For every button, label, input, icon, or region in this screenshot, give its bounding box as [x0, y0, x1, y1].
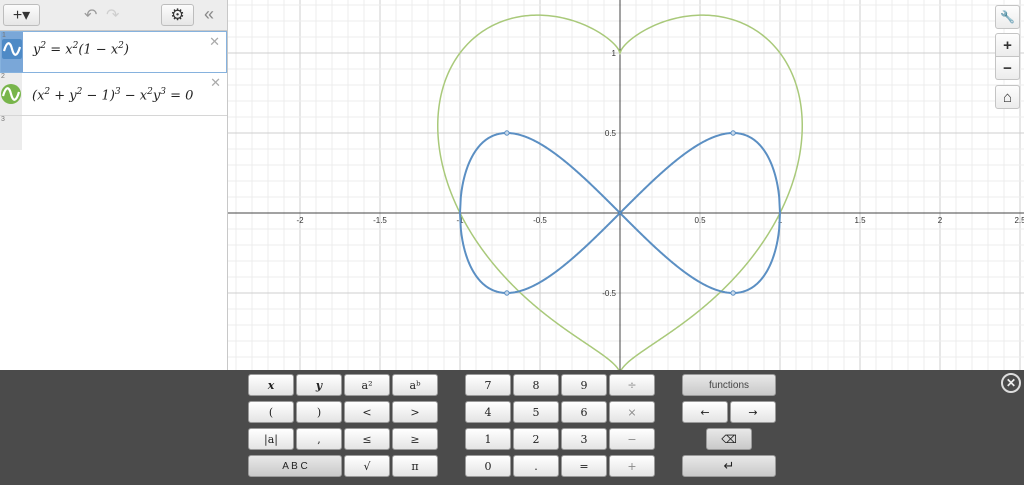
x-tick-label: -1.5	[373, 216, 387, 225]
backspace-button[interactable]: ⌫	[706, 428, 752, 450]
delete-expression-icon[interactable]: ✕	[209, 34, 220, 50]
expression-math[interactable]: y2 = x2(1 − x2)	[33, 41, 129, 57]
expression-number: 2	[1, 73, 5, 80]
key-plus[interactable]: +	[609, 455, 655, 477]
y-tick-label: -0.5	[602, 289, 616, 298]
expression-toolbar: +▾ ↶ ↷ ⚙ «	[0, 0, 227, 31]
key-equals[interactable]: =	[561, 455, 607, 477]
x-tick-label: -0.5	[533, 216, 547, 225]
x-tick-label: -2	[296, 216, 304, 225]
expression-index: 2	[0, 73, 22, 115]
key-6[interactable]: 6	[561, 401, 607, 423]
key-square[interactable]: a²	[344, 374, 390, 396]
key-divide[interactable]: ÷	[609, 374, 655, 396]
key-less-than[interactable]: <	[344, 401, 390, 423]
key-left-arrow[interactable]: ←	[682, 401, 728, 423]
key-minus[interactable]: −	[609, 428, 655, 450]
extremum-point[interactable]	[730, 290, 736, 296]
close-keypad-icon[interactable]: ✕	[1001, 373, 1021, 393]
x-tick-label: 1.5	[854, 216, 866, 225]
key-8[interactable]: 8	[513, 374, 559, 396]
functions-button[interactable]: functions	[682, 374, 776, 396]
math-keypad: x y a² aᵇ ( ) < > |a| , ≤ ≥ A B C √ π 7 …	[0, 370, 1024, 485]
graph-settings-button[interactable]: 🔧	[995, 5, 1020, 29]
key-y[interactable]: y	[296, 374, 342, 396]
key-9[interactable]: 9	[561, 374, 607, 396]
key-5[interactable]: 5	[513, 401, 559, 423]
key-power[interactable]: aᵇ	[392, 374, 438, 396]
zoom-in-button[interactable]: +	[995, 33, 1020, 57]
graph-paper[interactable]: -2 -1.5 -1 -0.5 0.5 1 1.5 2 2.5 1 0.5 -0.5	[228, 0, 1024, 370]
home-button[interactable]: ⌂	[995, 85, 1020, 109]
graph-canvas[interactable]: -2 -1.5 -1 -0.5 0.5 1 1.5 2 2.510.5-0.5	[228, 0, 1024, 370]
key-greater-than[interactable]: >	[392, 401, 438, 423]
expression-number: 3	[1, 116, 5, 123]
expression-math[interactable]: (x2 + y2 − 1)3 − x2y3 = 0	[32, 87, 193, 103]
key-less-equal[interactable]: ≤	[344, 428, 390, 450]
key-3[interactable]: 3	[561, 428, 607, 450]
key-right-arrow[interactable]: →	[730, 401, 776, 423]
key-1[interactable]: 1	[465, 428, 511, 450]
expression-number: 1	[2, 32, 6, 39]
y-tick-label: 1	[612, 49, 617, 58]
wave-icon[interactable]	[1, 84, 21, 104]
key-x[interactable]: x	[248, 374, 294, 396]
expression-row-1[interactable]: 1 y2 = x2(1 − x2) ✕	[0, 31, 227, 73]
redo-icon[interactable]: ↷	[106, 5, 119, 25]
x-tick-label: 2.5	[1014, 216, 1024, 225]
key-right-paren[interactable]: )	[296, 401, 342, 423]
key-abc[interactable]: A B C	[248, 455, 342, 477]
key-left-paren[interactable]: (	[248, 401, 294, 423]
y-tick-label: 0.5	[605, 129, 617, 138]
x-tick-label: 2	[938, 216, 943, 225]
undo-icon[interactable]: ↶	[84, 5, 97, 25]
expression-row-3[interactable]: 3	[0, 116, 227, 150]
delete-expression-icon[interactable]: ✕	[210, 75, 221, 91]
expression-panel: +▾ ↶ ↷ ⚙ « 1 y2 = x2(1 − x2) ✕ 2 (x2 + y…	[0, 0, 228, 370]
zoom-out-button[interactable]: −	[995, 57, 1020, 80]
enter-button[interactable]: ↵	[682, 455, 776, 477]
key-pi[interactable]: π	[392, 455, 438, 477]
x-tick-label: 0.5	[694, 216, 706, 225]
key-comma[interactable]: ,	[296, 428, 342, 450]
key-0[interactable]: 0	[465, 455, 511, 477]
wave-icon[interactable]	[2, 39, 22, 59]
expression-index: 1	[1, 32, 23, 72]
extremum-point[interactable]	[730, 130, 736, 136]
key-sqrt[interactable]: √	[344, 455, 390, 477]
key-2[interactable]: 2	[513, 428, 559, 450]
key-4[interactable]: 4	[465, 401, 511, 423]
expression-row-2[interactable]: 2 (x2 + y2 − 1)3 − x2y3 = 0 ✕	[0, 73, 227, 116]
collapse-panel-icon[interactable]: «	[204, 4, 214, 25]
key-multiply[interactable]: ×	[609, 401, 655, 423]
settings-button[interactable]: ⚙	[161, 4, 194, 26]
expression-index: 3	[0, 116, 22, 150]
key-greater-equal[interactable]: ≥	[392, 428, 438, 450]
extremum-point[interactable]	[504, 290, 510, 296]
key-7[interactable]: 7	[465, 374, 511, 396]
key-abs[interactable]: |a|	[248, 428, 294, 450]
key-decimal[interactable]: .	[513, 455, 559, 477]
extremum-point[interactable]	[504, 130, 510, 136]
add-expression-button[interactable]: +▾	[3, 4, 40, 26]
